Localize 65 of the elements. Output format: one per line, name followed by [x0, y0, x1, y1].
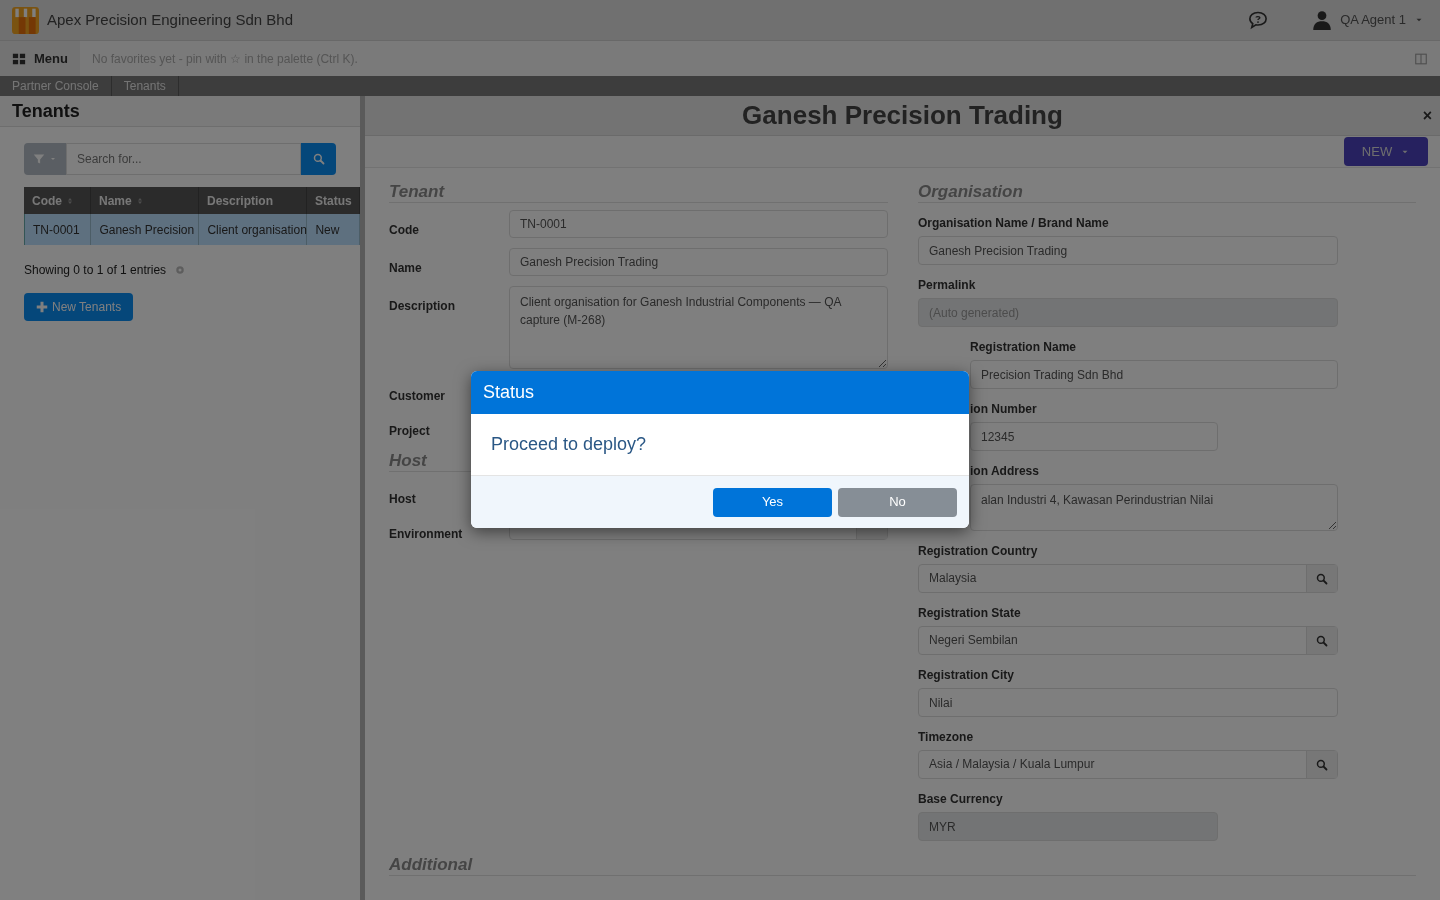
grid-icon [12, 51, 26, 66]
search-icon [312, 153, 325, 165]
filter-icon [33, 153, 45, 165]
new-tenants-button[interactable]: New Tenants [24, 293, 134, 321]
menu-button[interactable]: Menu [0, 41, 80, 76]
logo-icon [12, 6, 39, 34]
table-cell: Client organisation [199, 214, 308, 245]
field-label: Registration State [918, 606, 1022, 620]
lookup-field[interactable]: Asia / Malaysia / Kuala Lumpur [918, 750, 1338, 779]
field-label: ion Address [970, 464, 1040, 478]
dialog-button[interactable]: Yes [713, 487, 832, 517]
field-label: Host [389, 492, 416, 506]
field-label: Registration City [918, 668, 1015, 682]
field-label: Environment [389, 527, 463, 541]
field-label: Permalink [918, 278, 977, 292]
search-button[interactable] [301, 143, 336, 175]
field-label: Registration Country [918, 544, 1039, 558]
field-label: Organisation Name / Brand Name [918, 216, 1110, 230]
field-label: Timezone [918, 730, 975, 744]
caret-icon [49, 155, 57, 163]
text-field[interactable]: Ganesh Precision Trading [918, 236, 1338, 265]
plus-icon [36, 301, 48, 313]
table-cell: TN-0001 [25, 214, 92, 245]
section-heading: Host [389, 451, 427, 470]
entries-summary: Showing 0 to 1 of 1 entries [24, 262, 167, 279]
field-label: Base Currency [918, 792, 1004, 806]
user-icon [1312, 10, 1333, 30]
company-name: Apex Precision Engineering Sdn Bhd [47, 9, 293, 30]
dialog-button[interactable]: No [838, 487, 957, 517]
help-chat-icon[interactable] [1248, 10, 1269, 30]
field-label: Name [389, 261, 422, 275]
text-field[interactable]: 12345 [970, 422, 1218, 451]
field-label: Description [389, 299, 455, 313]
section-heading: Tenant [389, 182, 445, 201]
search-icon [1316, 572, 1328, 585]
lookup-field[interactable]: Malaysia [918, 564, 1338, 593]
address-field[interactable]: alan Industri 4, Kawasan Perindustrian Nilai [970, 484, 1338, 531]
field-label: ion Number [970, 402, 1038, 416]
field-label: Project [389, 424, 430, 438]
table-row[interactable]: TN-0001 Ganesh Precision Client organisation New [24, 214, 360, 245]
section-heading: Additional [389, 855, 473, 874]
text-field[interactable]: Ganesh Precision Trading [509, 248, 888, 276]
lookup-field[interactable]: Negeri Sembilan [918, 626, 1338, 655]
record-title: Ganesh Precision Trading [742, 99, 1063, 132]
search-icon [1316, 758, 1328, 771]
dialog-title: Status [483, 381, 535, 404]
table-cell: Ganesh Precision [91, 214, 200, 245]
search-field[interactable]: Search for... [66, 143, 301, 175]
text-field[interactable]: Precision Trading Sdn Bhd [970, 360, 1338, 389]
new-dropdown-button[interactable]: NEW [1344, 137, 1428, 166]
text-field[interactable]: TN-0001 [509, 210, 888, 238]
lookup-button[interactable] [1306, 565, 1337, 592]
lookup-button[interactable] [1306, 627, 1337, 654]
field-label: Customer [389, 389, 445, 403]
description-field[interactable]: Client organisation for Ganesh Industrial Components — QA capture (M-268) [509, 286, 888, 369]
text-field[interactable]: Nilai [918, 688, 1338, 717]
user-menu[interactable]: QA Agent 1 [1312, 10, 1424, 30]
close-button[interactable]: × [1422, 104, 1432, 128]
section-heading: Organisation [918, 182, 1023, 201]
lookup-button[interactable] [1306, 751, 1337, 778]
search-icon [1316, 634, 1328, 647]
field-label: Code [389, 223, 419, 237]
field-label: Registration Name [970, 340, 1078, 354]
panel-title: Tenants [12, 99, 80, 123]
dialog-message: Proceed to deploy? [491, 433, 647, 456]
